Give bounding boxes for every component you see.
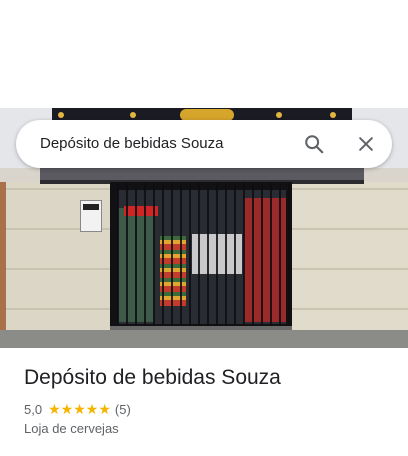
search-button[interactable] <box>300 130 328 158</box>
wall-edge <box>0 182 6 348</box>
search-bar[interactable]: Depósito de bebidas Souza <box>16 120 392 168</box>
rating-stars: ★ ★ ★ ★ ★ <box>48 402 111 416</box>
star-icon: ★ <box>73 401 86 417</box>
sign-dot <box>330 112 336 118</box>
search-icon <box>305 135 324 154</box>
search-query-text[interactable]: Depósito de bebidas Souza <box>40 120 223 168</box>
poster-band <box>83 204 99 210</box>
rating-row[interactable]: 5,0 ★ ★ ★ ★ ★ (5) <box>24 400 131 418</box>
star-icon: ★ <box>48 401 61 417</box>
rating-value: 5,0 <box>24 401 43 417</box>
place-title: Depósito de bebidas Souza <box>24 366 281 389</box>
close-button[interactable] <box>352 130 380 158</box>
security-gate <box>110 182 292 328</box>
sign-dot <box>130 112 136 118</box>
place-category: Loja de cervejas <box>24 421 119 436</box>
close-icon <box>359 137 373 151</box>
review-count[interactable]: (5) <box>115 402 131 417</box>
star-icon: ★ <box>85 401 99 417</box>
sign-dot <box>58 112 64 118</box>
sidewalk <box>0 330 408 348</box>
sign-dot <box>276 112 282 118</box>
top-blank-area <box>0 0 408 108</box>
star-icon: ★ <box>98 401 111 417</box>
stone-wall-right <box>290 182 408 348</box>
star-icon: ★ <box>60 401 74 417</box>
